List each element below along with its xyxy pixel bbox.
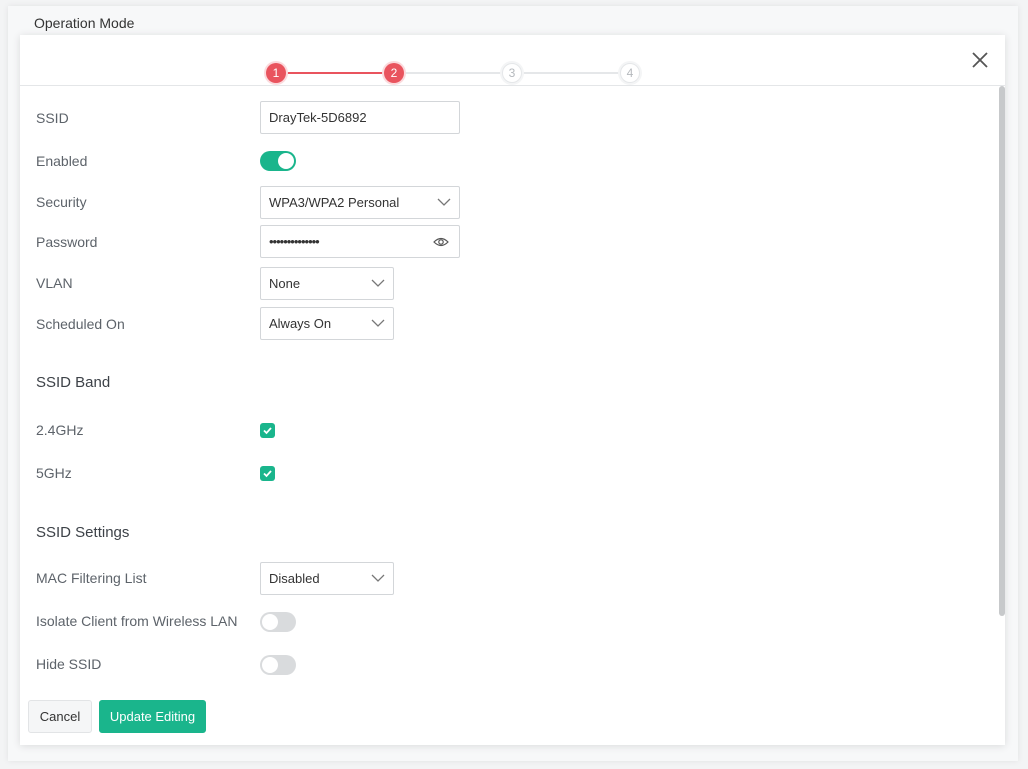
password-value: •••••••••••••• [269, 234, 320, 249]
band-5-label: 5GHz [36, 465, 72, 481]
security-select[interactable]: WPA3/WPA2 Personal [260, 186, 460, 219]
hide-ssid-toggle[interactable] [260, 655, 296, 675]
chevron-down-icon [371, 574, 385, 582]
band-24-label: 2.4GHz [36, 422, 84, 438]
password-input[interactable]: •••••••••••••• [260, 225, 460, 258]
enabled-label: Enabled [36, 153, 88, 169]
step-line-2-3 [404, 72, 512, 74]
step-line-3-4 [522, 72, 630, 74]
vlan-select[interactable]: None [260, 267, 394, 300]
band-24-checkbox[interactable] [260, 423, 275, 438]
vlan-label: VLAN [36, 275, 73, 291]
scheduled-label: Scheduled On [36, 316, 125, 332]
eye-icon[interactable] [433, 236, 449, 248]
ssid-label: SSID [36, 110, 69, 126]
check-icon [263, 470, 272, 478]
chevron-down-icon [437, 198, 451, 206]
scheduled-value: Always On [269, 316, 332, 331]
update-editing-button[interactable]: Update Editing [99, 700, 206, 733]
vlan-value: None [269, 276, 301, 291]
hide-ssid-label: Hide SSID [36, 656, 102, 672]
isolate-toggle[interactable] [260, 612, 296, 632]
password-label: Password [36, 234, 98, 250]
chevron-down-icon [371, 319, 385, 327]
modal-header: 1 2 3 4 [20, 35, 1005, 86]
ssid-input[interactable]: DrayTek-5D6892 [260, 101, 460, 134]
enabled-toggle[interactable] [260, 151, 296, 171]
step-2[interactable]: 2 [384, 63, 404, 83]
security-label: Security [36, 194, 87, 210]
ssid-settings-title: SSID Settings [36, 524, 130, 541]
scheduled-select[interactable]: Always On [260, 307, 394, 340]
security-value: WPA3/WPA2 Personal [269, 195, 400, 210]
close-button[interactable] [969, 49, 991, 71]
toggle-knob [262, 614, 278, 630]
step-1[interactable]: 1 [266, 63, 286, 83]
step-3[interactable]: 3 [502, 63, 522, 83]
cancel-button[interactable]: Cancel [28, 700, 92, 733]
toggle-knob [262, 657, 278, 673]
stepper: 1 2 3 4 [20, 35, 1005, 86]
chevron-down-icon [371, 279, 385, 287]
scrollbar[interactable] [999, 86, 1005, 616]
toggle-knob [278, 153, 294, 169]
check-icon [263, 427, 272, 435]
mac-filter-value: Disabled [269, 571, 320, 586]
isolate-label: Isolate Client from Wireless LAN [36, 613, 238, 629]
mac-filter-label: MAC Filtering List [36, 570, 147, 586]
step-4[interactable]: 4 [620, 63, 640, 83]
step-line-1-2 [286, 72, 394, 74]
background-title: Operation Mode [34, 15, 135, 31]
edit-ssid-modal: 1 2 3 4 SSID DrayTek-5D6892 Enabled Secu… [20, 35, 1005, 745]
ssid-band-title: SSID Band [36, 374, 111, 391]
band-5-checkbox[interactable] [260, 466, 275, 481]
mac-filter-select[interactable]: Disabled [260, 562, 394, 595]
close-icon [972, 52, 988, 68]
